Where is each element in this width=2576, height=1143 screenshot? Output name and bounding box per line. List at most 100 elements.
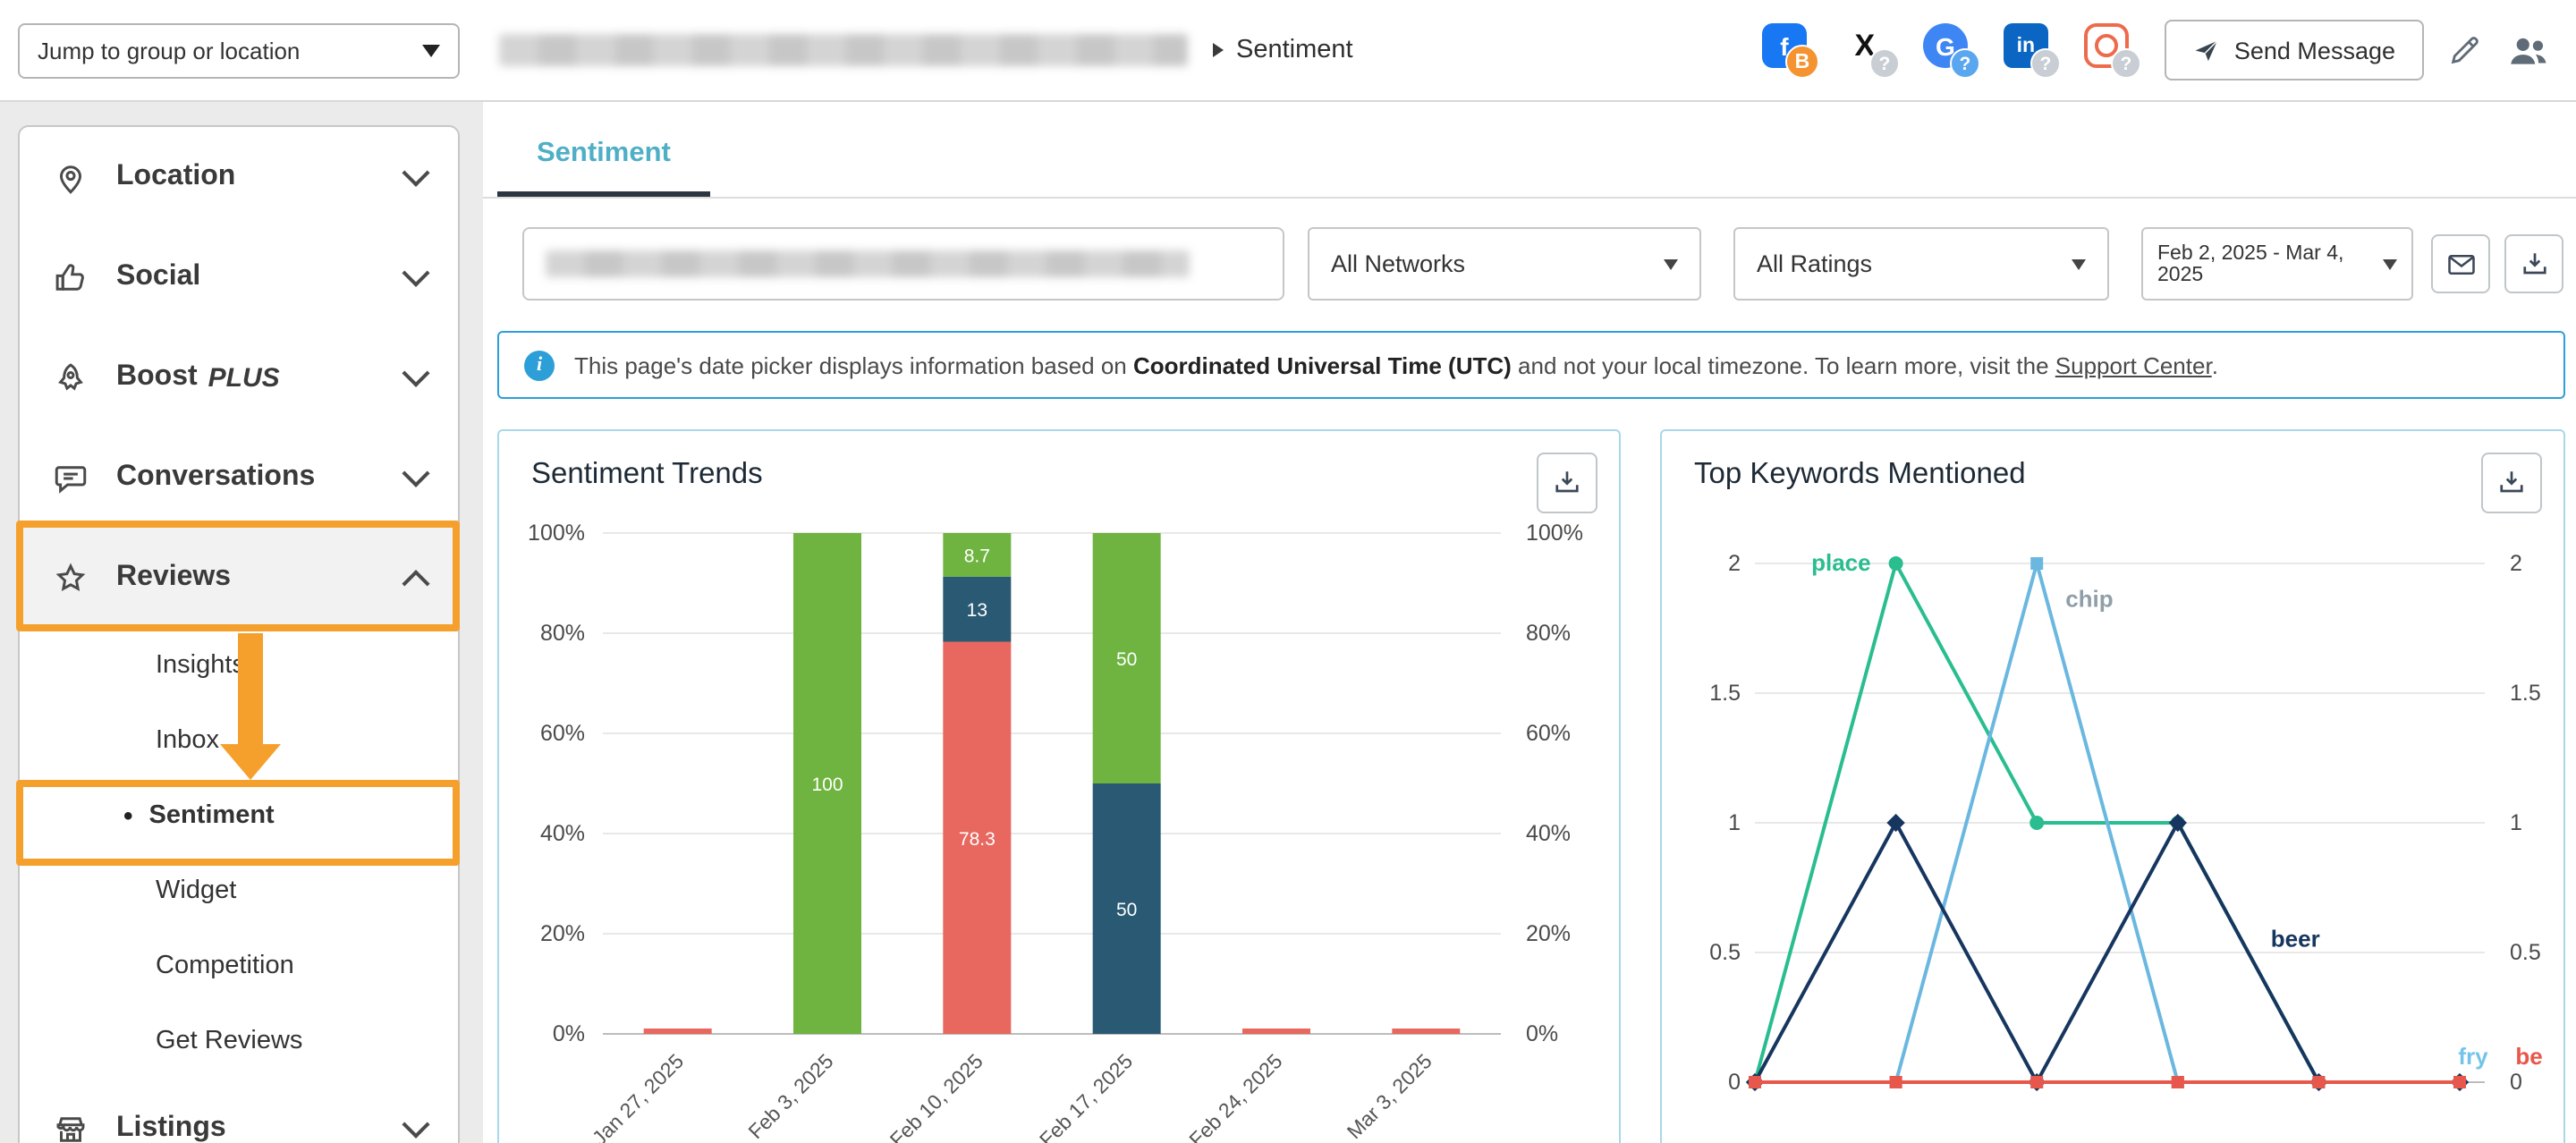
notice-text-mid: and not your local timezone. To learn mo… bbox=[1512, 351, 2055, 378]
contacts-button[interactable] bbox=[2506, 28, 2551, 72]
envelope-icon bbox=[2445, 248, 2477, 280]
main-content: Sentiment All Networks All Ratings Feb 2… bbox=[483, 102, 2576, 1143]
network-filter-select[interactable]: All Networks bbox=[1308, 227, 1701, 301]
chevron-down-icon bbox=[422, 44, 440, 56]
svg-text:2: 2 bbox=[1728, 551, 1741, 576]
date-range-select[interactable]: Feb 2, 2025 - Mar 4, 2025 bbox=[2141, 227, 2413, 301]
sidebar-subitem-label: Competition bbox=[156, 952, 294, 980]
sidebar-item-location[interactable]: Location bbox=[20, 127, 458, 227]
svg-text:0: 0 bbox=[2510, 1070, 2522, 1095]
pencil-icon bbox=[2447, 32, 2483, 68]
sidebar-subitem-sentiment[interactable]: • Sentiment bbox=[20, 778, 458, 853]
edit-pencil-button[interactable] bbox=[2447, 32, 2483, 68]
google-business-icon[interactable]: G ? bbox=[1923, 21, 1980, 79]
support-center-link[interactable]: Support Center bbox=[2055, 351, 2212, 378]
instagram-help-badge: ? bbox=[2111, 48, 2141, 79]
sidebar-subitem-label: Insights bbox=[156, 651, 245, 680]
svg-text:2: 2 bbox=[2510, 551, 2522, 576]
chevron-up-icon bbox=[402, 569, 429, 597]
breadcrumb-caret-icon bbox=[1213, 43, 1224, 57]
facebook-icon[interactable]: f B bbox=[1762, 21, 1819, 79]
info-icon: i bbox=[524, 350, 555, 380]
thumbs-up-icon bbox=[52, 258, 89, 296]
svg-text:100%: 100% bbox=[1526, 521, 1583, 546]
email-report-button[interactable] bbox=[2431, 234, 2490, 293]
redacted-search-text bbox=[546, 250, 1190, 277]
sidebar-subitem-insights[interactable]: Insights bbox=[20, 628, 458, 703]
chart-title: Sentiment Trends bbox=[499, 431, 1619, 501]
rocket-icon bbox=[52, 359, 89, 396]
svg-text:78.3: 78.3 bbox=[959, 829, 996, 850]
sidebar-subitem-widget[interactable]: Widget bbox=[20, 853, 458, 928]
sidebar-item-social[interactable]: Social bbox=[20, 227, 458, 327]
location-pin-icon bbox=[52, 158, 89, 196]
instagram-icon[interactable]: ? bbox=[2084, 21, 2141, 79]
sidebar-subitem-label: Inbox bbox=[156, 726, 219, 755]
paper-plane-icon bbox=[2193, 37, 2220, 64]
chevron-down-icon bbox=[2383, 258, 2397, 269]
svg-text:place: place bbox=[1811, 549, 1871, 576]
chevron-down-icon bbox=[402, 359, 429, 386]
sentiment-trends-panel: Sentiment Trends 0%0%20%20%40%40%60%60%8… bbox=[497, 429, 1621, 1143]
x-twitter-icon[interactable]: X ? bbox=[1843, 21, 1900, 79]
app-viewport: Jump to group or location Sentiment f B … bbox=[0, 0, 2576, 1143]
sidebar-item-conversations[interactable]: Conversations bbox=[20, 428, 458, 528]
sentiment-trends-svg: 0%0%20%20%40%40%60%60%80%80%100%100%Jan … bbox=[499, 512, 1619, 1143]
svg-text:Jan 27, 2025: Jan 27, 2025 bbox=[588, 1049, 688, 1143]
download-chart-button[interactable] bbox=[1537, 453, 1597, 513]
sidebar-subitem-label: Widget bbox=[156, 876, 236, 905]
svg-text:fry: fry bbox=[2458, 1043, 2488, 1070]
chevron-down-icon bbox=[1664, 258, 1678, 269]
notice-text: This page's date picker displays informa… bbox=[574, 351, 2218, 378]
svg-text:100: 100 bbox=[811, 775, 843, 795]
chat-bubble-icon bbox=[52, 459, 89, 496]
star-icon bbox=[52, 559, 89, 597]
svg-text:100%: 100% bbox=[528, 521, 585, 546]
utc-notice-banner: i This page's date picker displays infor… bbox=[497, 331, 2565, 399]
breadcrumb: Sentiment bbox=[1213, 36, 1353, 64]
top-keywords-svg: 000.50.5111.51.522placechipbeerfrybe bbox=[1662, 512, 2563, 1143]
notice-text-pre: This page's date picker displays informa… bbox=[574, 351, 1133, 378]
tab-sentiment[interactable]: Sentiment bbox=[497, 138, 710, 197]
send-message-label: Send Message bbox=[2234, 37, 2395, 64]
rating-filter-value: All Ratings bbox=[1757, 250, 2072, 277]
chevron-down-icon bbox=[402, 158, 429, 186]
sidebar: Location Social Boost PLUS bbox=[18, 125, 460, 1143]
chevron-down-icon bbox=[402, 1110, 429, 1138]
svg-text:chip: chip bbox=[2065, 585, 2113, 612]
sidebar-subitem-inbox[interactable]: Inbox bbox=[20, 703, 458, 778]
chart-title: Top Keywords Mentioned bbox=[1662, 431, 2563, 501]
sidebar-subitem-competition[interactable]: Competition bbox=[20, 928, 458, 1003]
svg-text:Feb 24, 2025: Feb 24, 2025 bbox=[1184, 1049, 1286, 1143]
topbar-actions: f B X ? G ? in ? ? bbox=[1762, 20, 2576, 80]
charts-row: Sentiment Trends 0%0%20%20%40%40%60%60%8… bbox=[497, 429, 2565, 1143]
sidebar-subitem-get-reviews[interactable]: Get Reviews bbox=[20, 1003, 458, 1079]
jump-select-label: Jump to group or location bbox=[38, 37, 422, 64]
breadcrumb-current: Sentiment bbox=[1236, 36, 1353, 64]
download-chart-button[interactable] bbox=[2481, 453, 2542, 513]
svg-text:0: 0 bbox=[1728, 1070, 1741, 1095]
rating-filter-select[interactable]: All Ratings bbox=[1733, 227, 2109, 301]
svg-text:60%: 60% bbox=[540, 721, 585, 746]
sidebar-item-label: Conversations bbox=[116, 461, 315, 494]
sidebar-item-reviews[interactable]: Reviews bbox=[20, 528, 458, 628]
filter-row: All Networks All Ratings Feb 2, 2025 - M… bbox=[522, 227, 2576, 301]
sidebar-item-boost[interactable]: Boost PLUS bbox=[20, 327, 458, 428]
download-icon bbox=[2496, 467, 2528, 499]
linkedin-icon[interactable]: in ? bbox=[2004, 21, 2061, 79]
top-keywords-panel: Top Keywords Mentioned 000.50.5111.51.52… bbox=[1660, 429, 2565, 1143]
sentiment-trends-chart: 0%0%20%20%40%40%60%60%80%80%100%100%Jan … bbox=[499, 512, 1619, 1143]
send-message-button[interactable]: Send Message bbox=[2165, 20, 2424, 80]
date-range-value: Feb 2, 2025 - Mar 4, 2025 bbox=[2157, 242, 2383, 285]
svg-text:50: 50 bbox=[1116, 900, 1137, 920]
sidebar-item-listings[interactable]: Listings bbox=[20, 1079, 458, 1143]
notice-text-bold: Coordinated Universal Time (UTC) bbox=[1133, 351, 1512, 378]
jump-to-group-select[interactable]: Jump to group or location bbox=[18, 22, 460, 78]
linkedin-help-badge: ? bbox=[2030, 48, 2061, 79]
svg-text:13: 13 bbox=[967, 600, 987, 621]
sidebar-item-label: Location bbox=[116, 161, 235, 193]
svg-text:60%: 60% bbox=[1526, 721, 1571, 746]
svg-text:1.5: 1.5 bbox=[1709, 681, 1741, 706]
search-input[interactable] bbox=[522, 227, 1284, 301]
export-download-button[interactable] bbox=[2504, 234, 2563, 293]
